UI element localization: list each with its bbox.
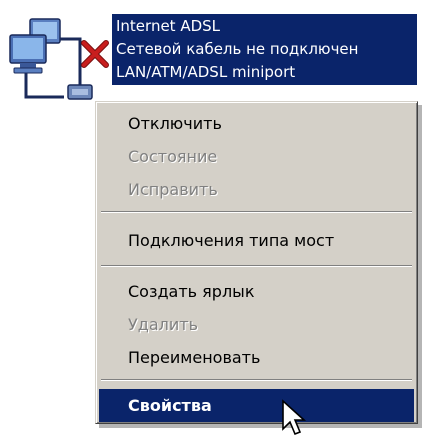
menu-separator [101,265,412,267]
connection-name: Internet ADSL [116,17,221,35]
connection-status: Сетевой кабель не подключен [116,40,359,58]
menu-item-properties[interactable]: Свойства [99,389,414,422]
menu-item-create-shortcut[interactable]: Создать ярлык [99,275,414,308]
menu-item-disconnect[interactable]: Отключить [99,107,414,140]
context-menu: Отключить Состояние Исправить Подключени… [95,101,418,424]
desktop-area: Internet ADSL Сетевой кабель не подключе… [0,0,422,437]
menu-item-repair: Исправить [128,180,218,199]
disconnected-x-icon [81,40,109,68]
menu-item-status: Состояние [128,147,218,166]
menu-item-rename[interactable]: Переименовать [99,341,414,374]
menu-separator [101,211,412,213]
menu-item-bridge-connections[interactable]: Подключения типа мост [99,224,414,257]
menu-item-delete: Удалить [128,315,198,334]
mouse-pointer-icon [281,399,307,437]
connection-device: LAN/ATM/ADSL miniport [116,63,296,81]
connection-label[interactable]: Internet ADSL Сетевой кабель не подключе… [112,14,417,85]
menu-separator [101,379,412,381]
network-connection-icon[interactable] [6,15,112,109]
